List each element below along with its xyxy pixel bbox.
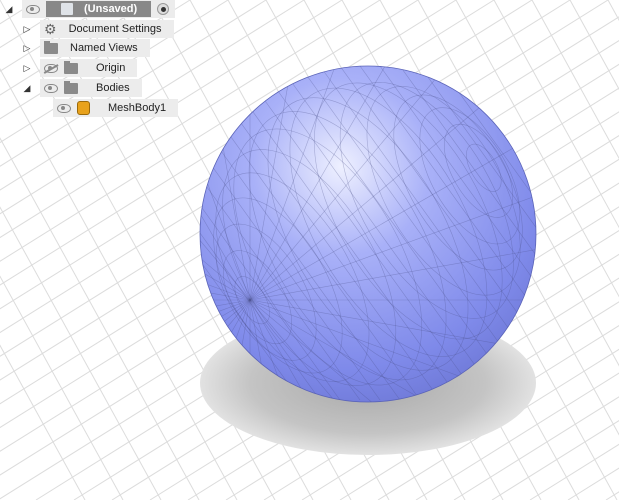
folder-icon bbox=[64, 80, 78, 94]
root-component-label[interactable]: (Unsaved) bbox=[46, 1, 152, 17]
folder-icon bbox=[64, 60, 78, 74]
browser-root-row[interactable]: ◢ (Unsaved) bbox=[4, 0, 176, 18]
browser-item-meshbody1[interactable]: MeshBody1 bbox=[53, 99, 179, 117]
expand-triangle-icon[interactable]: ▷ bbox=[22, 24, 32, 35]
gear-icon: ⚙ bbox=[44, 21, 57, 37]
expand-triangle-icon[interactable]: ▷ bbox=[22, 63, 32, 74]
activate-radio-icon[interactable] bbox=[157, 3, 170, 15]
browser-item-origin[interactable]: ▷ Origin bbox=[22, 59, 138, 77]
browser-item-named-views[interactable]: ▷ Named Views bbox=[22, 39, 150, 57]
collapse-triangle-icon[interactable]: ◢ bbox=[4, 4, 14, 15]
visibility-eye-icon[interactable] bbox=[26, 4, 40, 14]
visibility-eye-icon[interactable] bbox=[57, 103, 71, 113]
mesh-sphere[interactable] bbox=[199, 65, 537, 403]
expand-triangle-icon[interactable]: ▷ bbox=[22, 43, 32, 54]
browser-item-document-settings[interactable]: ▷ ⚙ Document Settings bbox=[22, 20, 174, 38]
visibility-eye-icon[interactable] bbox=[44, 83, 58, 93]
browser-item-bodies[interactable]: ◢ Bodies bbox=[22, 79, 142, 97]
component-icon bbox=[60, 2, 74, 16]
mesh-body-icon bbox=[77, 101, 90, 115]
folder-icon bbox=[44, 40, 58, 54]
hidden-eye-icon[interactable] bbox=[44, 63, 58, 73]
collapse-triangle-icon[interactable]: ◢ bbox=[22, 83, 32, 94]
